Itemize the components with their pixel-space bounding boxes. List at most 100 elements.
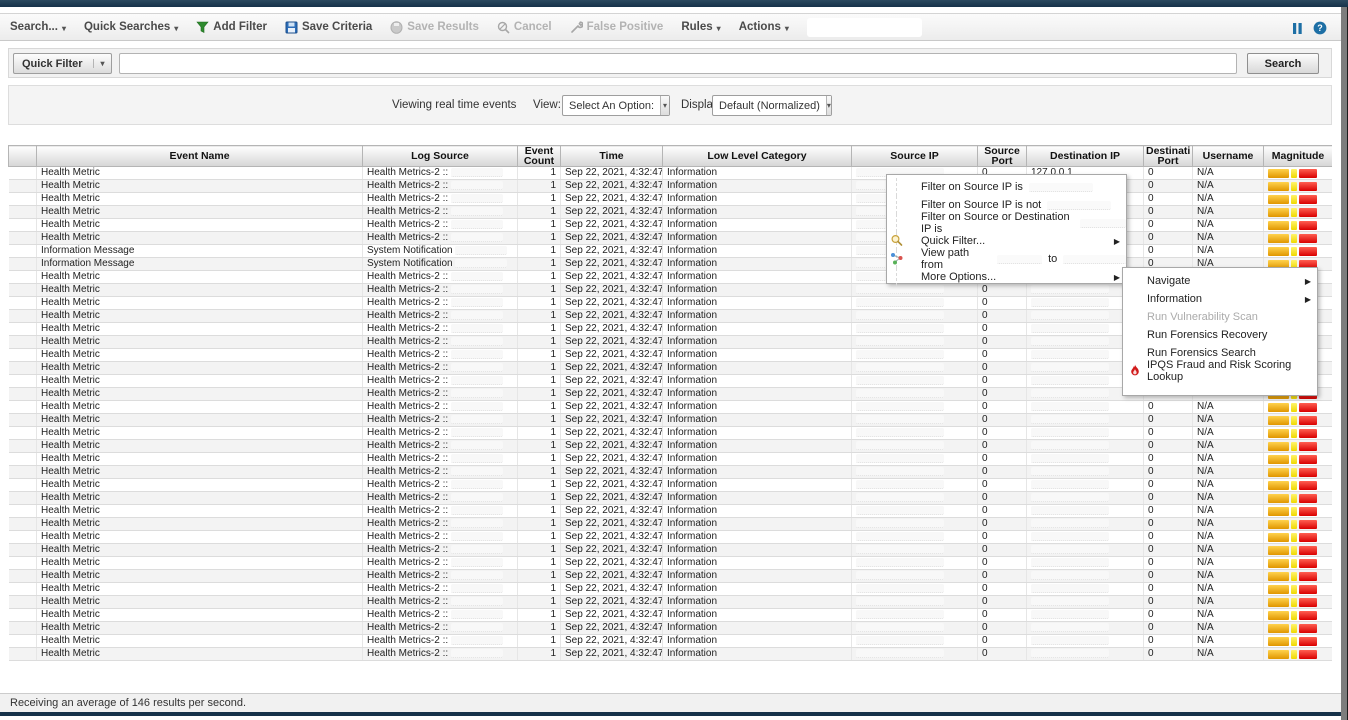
column-header-select[interactable] [9,146,37,167]
table-cell: Health Metric [37,479,363,492]
table-row[interactable]: Health MetricHealth Metrics-2 :: 1Sep 22… [9,635,1333,648]
table-row[interactable]: Health MetricHealth Metrics-2 :: 1Sep 22… [9,453,1333,466]
table-cell [1264,505,1333,518]
help-button[interactable]: ? [1313,21,1327,35]
table-row[interactable]: Health MetricHealth Metrics-2 :: 1Sep 22… [9,583,1333,596]
table-cell: Information [663,505,852,518]
table-row[interactable]: Health MetricHealth Metrics-2 :: 1Sep 22… [9,180,1333,193]
quick-filter-dropdown[interactable]: Quick Filter ▾ [13,53,112,74]
table-cell [852,635,978,648]
pause-icon [1292,22,1303,35]
redacted-text [856,506,944,515]
table-cell: 1 [518,245,561,258]
column-header-event-name[interactable]: Event Name [37,146,363,167]
table-row[interactable]: Health MetricHealth Metrics-2 :: 1Sep 22… [9,440,1333,453]
table-row[interactable]: Health MetricHealth Metrics-2 :: 1Sep 22… [9,219,1333,232]
table-cell [1264,245,1333,258]
menu-item-information[interactable]: Information▶ [1123,290,1317,308]
menu-item-more-options[interactable]: More Options...▶ [896,268,1126,286]
menu-item-ipqs-fraud-and-risk-scoring-lookup[interactable]: IPQS Fraud and Risk Scoring Lookup [1123,362,1317,380]
table-row[interactable]: Health MetricHealth Metrics-2 :: 1Sep 22… [9,518,1333,531]
pause-button[interactable] [1292,22,1303,35]
toolbar-item-save-criteria[interactable]: Save Criteria [285,21,372,34]
flame-icon [1129,364,1143,378]
table-row[interactable]: Health MetricHealth Metrics-2 :: 1Sep 22… [9,193,1333,206]
view-select[interactable]: Select An Option: ▾ [562,95,670,116]
scrollbar-thumb[interactable] [1341,7,1347,720]
table-cell: Health Metrics-2 :: [363,479,518,492]
redacted-text [1031,285,1109,294]
column-header-destination-ip[interactable]: Destination IP [1027,146,1144,167]
table-cell: Information [663,388,852,401]
table-cell: Sep 22, 2021, 4:32:47 PM [561,622,663,635]
column-header-destinati-port[interactable]: Destinati Port [1144,146,1193,167]
table-cell [9,622,37,635]
table-row[interactable]: Health MetricHealth Metrics-2 :: 1Sep 22… [9,466,1333,479]
table-row[interactable]: Health MetricHealth Metrics-2 :: 1Sep 22… [9,531,1333,544]
table-cell [9,596,37,609]
toolbar-item-cancel: Cancel [497,21,552,34]
table-cell [1027,635,1144,648]
table-row[interactable]: Health MetricHealth Metrics-2 :: 1Sep 22… [9,570,1333,583]
toolbar-item-rules[interactable]: Rules▾ [681,21,720,33]
quick-filter-input[interactable] [119,53,1237,74]
table-row[interactable]: Health MetricHealth Metrics-2 :: 1Sep 22… [9,492,1333,505]
table-cell [1027,557,1144,570]
table-row[interactable]: Health MetricHealth Metrics-2 :: 1Sep 22… [9,622,1333,635]
toolbar-item-search[interactable]: Search...▾ [10,21,66,33]
table-row[interactable]: Health MetricHealth Metrics-2 :: 1Sep 22… [9,206,1333,219]
table-row[interactable]: Health MetricHealth Metrics-2 :: 1Sep 22… [9,427,1333,440]
table-cell [9,232,37,245]
table-cell: Sep 22, 2021, 4:32:47 PM [561,271,663,284]
column-header-magnitude[interactable]: Magnitude [1264,146,1333,167]
redacted-text [1080,219,1126,228]
table-cell: Information [663,349,852,362]
table-row[interactable]: Health MetricHealth Metrics-2 :: 1Sep 22… [9,479,1333,492]
table-row[interactable]: Information MessageSystem Notification 1… [9,245,1333,258]
column-header-source-ip[interactable]: Source IP [852,146,978,167]
table-cell: Health Metric [37,427,363,440]
menu-item-filter-on-source-or-destination-ip-is[interactable]: Filter on Source or Destination IP is [896,214,1126,232]
table-cell: Health Metric [37,570,363,583]
redacted-text [856,376,944,385]
column-header-event-count[interactable]: Event Count [518,146,561,167]
toolbar-item-actions[interactable]: Actions▾ [739,21,789,33]
toolbar-item-add-filter[interactable]: Add Filter [196,21,267,34]
table-row[interactable]: Health MetricHealth Metrics-2 :: 1Sep 22… [9,414,1333,427]
menu-item-label: Run Vulnerability Scan [1147,311,1258,323]
table-cell: 0 [978,648,1027,661]
table-cell: N/A [1193,466,1264,479]
menu-item-view-path-from[interactable]: View path fromto [896,250,1126,268]
menu-item-run-forensics-recovery[interactable]: Run Forensics Recovery [1123,326,1317,344]
search-button[interactable]: Search [1247,53,1319,74]
column-header-username[interactable]: Username [1193,146,1264,167]
table-cell: Health Metrics-2 :: [363,557,518,570]
vertical-scrollbar[interactable] [1341,0,1348,720]
menu-item-navigate[interactable]: Navigate▶ [1123,272,1317,290]
table-row[interactable]: Health MetricHealth Metrics-2 :: 1Sep 22… [9,232,1333,245]
column-header-low-level-category[interactable]: Low Level Category [663,146,852,167]
table-row[interactable]: Health MetricHealth Metrics-2 :: 1Sep 22… [9,505,1333,518]
event-table-container: Event NameLog SourceEvent CountTimeLow L… [8,145,1332,693]
table-cell: Health Metrics-2 :: [363,648,518,661]
redacted-text [451,519,503,528]
column-header-source-port[interactable]: Source Port [978,146,1027,167]
table-row[interactable]: Health MetricHealth Metrics-2 :: 1Sep 22… [9,596,1333,609]
table-row[interactable]: Health MetricHealth Metrics-2 :: 1Sep 22… [9,609,1333,622]
table-row[interactable]: Health MetricHealth Metrics-2 :: 1Sep 22… [9,401,1333,414]
table-row[interactable]: Health MetricHealth Metrics-2 :: 1Sep 22… [9,544,1333,557]
menu-item-filter-on-source-ip-is[interactable]: Filter on Source IP is [896,178,1126,196]
table-row[interactable]: Health MetricHealth Metrics-2 :: 1Sep 22… [9,648,1333,661]
magnitude-bar [1268,479,1328,491]
display-select[interactable]: Default (Normalized) ▾ [712,95,832,116]
table-cell: 0 [978,349,1027,362]
table-cell: Health Metrics-2 :: [363,531,518,544]
column-header-log-source[interactable]: Log Source [363,146,518,167]
table-row[interactable]: Health MetricHealth Metrics-2 :: 1Sep 22… [9,557,1333,570]
table-row[interactable]: Health MetricHealth Metrics-2 :: 1Sep 22… [9,167,1333,180]
toolbar-item-quick-searches[interactable]: Quick Searches▾ [84,21,178,33]
table-cell [9,193,37,206]
table-cell: Sep 22, 2021, 4:32:47 PM [561,531,663,544]
column-header-time[interactable]: Time [561,146,663,167]
toolbar-item-label: Rules [681,21,712,33]
